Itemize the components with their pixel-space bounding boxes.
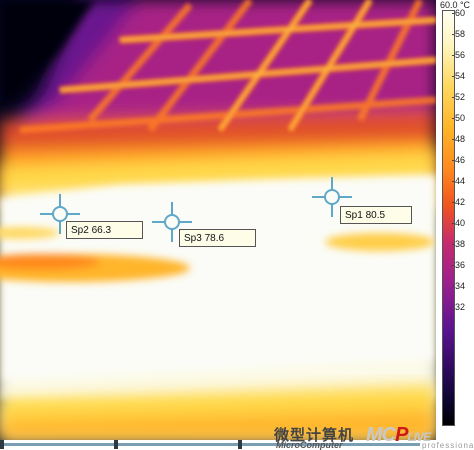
spot-label-sp2: Sp2 66.3 [66,221,143,239]
spot-label-sp3: Sp3 78.6 [179,229,256,247]
slider-handle-a[interactable] [114,440,118,449]
slider-handle-b[interactable] [238,440,242,449]
scale-tick-52: 52 [451,92,466,102]
scale-tick-56: 56 [451,50,466,60]
scale-tick-46: 46 [451,155,466,165]
logo-mc: MC [366,424,396,446]
scale-tick-58: 58 [451,29,466,39]
scale-tick-34: 34 [451,281,466,291]
scale-tick-36: 36 [451,260,466,270]
watermark-tagline: professional [422,441,474,450]
scale-tick-54: 54 [451,71,466,81]
scale-tick-50: 50 [451,113,466,123]
scale-tick-44: 44 [451,176,466,186]
watermark: 微型计算机 MicroComputer MCPLIVE professional [274,424,474,450]
scale-tick-32: 32 [451,302,466,312]
slider-handle-start[interactable] [0,440,4,449]
scale-tick-38: 38 [451,239,466,249]
logo-p: P [395,424,408,446]
scale-tick-60: 60 [451,8,466,18]
temperature-scale-bar [442,10,455,426]
scale-tick-40: 40 [451,218,466,228]
temperature-scale-ticks: 60 58 56 54 52 50 48 46 44 42 40 38 36 34 32 [451,0,474,430]
spot-label-sp1: Sp1 80.5 [340,206,412,224]
scale-tick-42: 42 [451,197,466,207]
watermark-logo: MCPLIVE [366,424,431,447]
watermark-english: MicroComputer [276,440,343,450]
scale-tick-48: 48 [451,134,466,144]
